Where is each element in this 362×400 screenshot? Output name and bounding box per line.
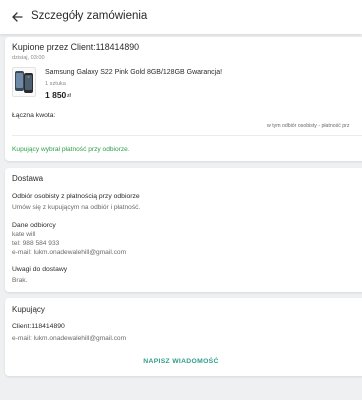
recipient-name: kate will — [12, 231, 36, 238]
buyer-card: Kupujący Client:118414890 e-mail: lukm.o… — [5, 298, 362, 376]
top-bar: Szczegóły zamówienia — [0, 0, 362, 34]
delivery-method-label: Odbiór osobisty z płatnością przy odbior… — [12, 193, 140, 200]
order-client-heading: Kupione przez Client:118414890 — [12, 42, 139, 52]
order-card: Kupione przez Client:118414890 dzisiaj, … — [5, 37, 362, 161]
recipient-email: e-mail: lukm.onadewalehill@gmail.com — [12, 249, 127, 256]
delivery-card: Dostawa Odbiór osobisty z płatnością prz… — [5, 168, 362, 292]
delivery-section-title: Dostawa — [12, 174, 44, 183]
delivery-notes-label: Uwagi do dostawy — [12, 266, 68, 273]
recipient-phone: tel: 988 584 933 — [12, 240, 60, 247]
arrow-left-icon — [11, 12, 23, 22]
phone-icon — [15, 71, 33, 93]
product-title[interactable]: Samsung Galaxy S22 Pink Gold 8GB/128GB G… — [45, 69, 222, 76]
buyer-section-title: Kupujący — [12, 305, 45, 314]
page-title: Szczegóły zamówienia — [31, 10, 148, 22]
delivery-notes-value: Brak. — [12, 277, 28, 284]
product-thumbnail[interactable] — [12, 67, 36, 97]
total-label: Łączna kwota: — [12, 112, 56, 119]
divider — [12, 135, 362, 136]
price-currency: zł — [67, 93, 71, 99]
buyer-email: e-mail: lukm.onadewalehill@gmail.com — [12, 335, 127, 342]
back-button[interactable] — [8, 8, 26, 26]
recipient-label: Dane odbiorcy — [12, 222, 56, 229]
product-price: 1 850 — [45, 90, 67, 100]
delivery-method-desc: Umów się z kupującym na odbiór i płatnoś… — [12, 204, 141, 211]
payment-method-note: Kupujący wybrał płatność przy odbiorze. — [12, 146, 130, 153]
send-message-button[interactable]: NAPISZ WIADOMOŚĆ — [5, 358, 357, 365]
buyer-client-id: Client:118414890 — [12, 323, 65, 330]
order-date: dzisiaj, 03:00 — [12, 55, 45, 61]
product-quantity: 1 sztuka — [45, 81, 66, 87]
pickup-fee-note: w tym odbiór osobisty - płatność prz — [267, 123, 350, 129]
